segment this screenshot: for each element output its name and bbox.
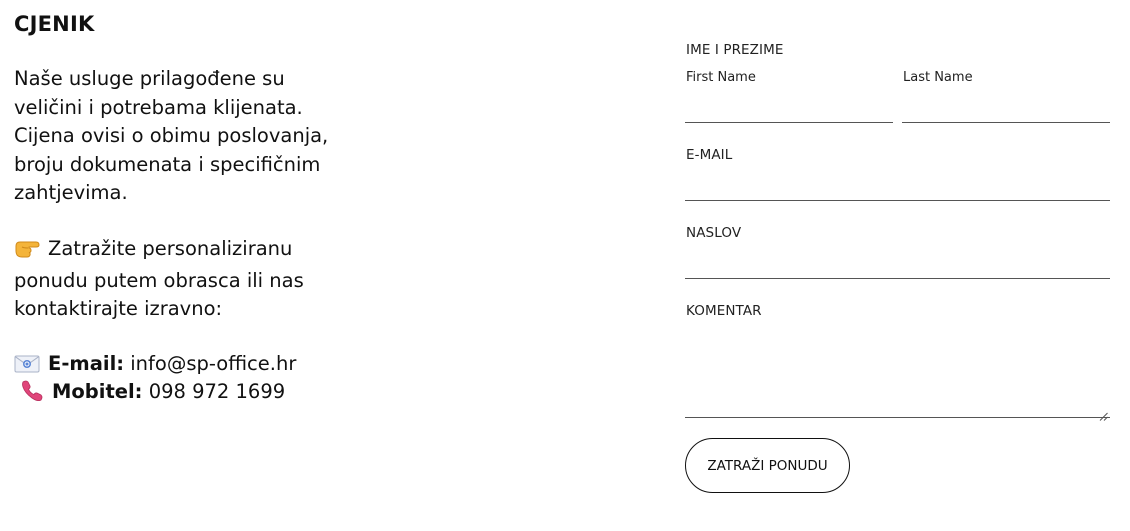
- comment-label: KOMENTAR: [686, 303, 762, 319]
- contact-email-row: E-mail: info@sp-office.hr: [14, 350, 296, 378]
- subject-input[interactable]: [685, 248, 1110, 278]
- pricing-cta-block: Zatražite personaliziranu ponudu putem o…: [14, 235, 344, 324]
- email-label: E-MAIL: [686, 147, 733, 163]
- subject-underline: [685, 278, 1110, 279]
- last-name-input[interactable]: [902, 92, 1110, 122]
- comment-textarea[interactable]: [685, 326, 1110, 416]
- contact-phone-link[interactable]: 098 972 1699: [149, 380, 285, 403]
- contact-phone-row: Mobitel: 098 972 1699: [20, 378, 285, 406]
- contact-phone-label: Mobitel:: [52, 380, 143, 403]
- first-name-label: First Name: [686, 70, 756, 85]
- subject-label: NASLOV: [686, 225, 742, 241]
- envelope-icon: [14, 353, 40, 373]
- telephone-receiver-icon: [20, 379, 44, 402]
- comment-underline: [685, 417, 1110, 418]
- last-name-label: Last Name: [903, 70, 973, 85]
- first-name-input[interactable]: [685, 92, 893, 122]
- pricing-title: CJENIK: [14, 12, 95, 36]
- contact-email-label: E-mail:: [48, 352, 125, 375]
- name-label: IME I PREZIME: [686, 42, 784, 58]
- pointing-hand-icon: [14, 238, 42, 267]
- email-field[interactable]: [685, 170, 1110, 200]
- contact-email-link[interactable]: info@sp-office.hr: [130, 352, 296, 375]
- pricing-cta-text: Zatražite personaliziranu ponudu putem o…: [14, 237, 304, 320]
- pricing-intro-text: Naše usluge prilagođene su veličini i po…: [14, 67, 329, 204]
- resize-handle-icon[interactable]: [1099, 406, 1108, 421]
- last-name-underline: [902, 122, 1110, 123]
- email-underline: [685, 200, 1110, 201]
- request-quote-button[interactable]: ZATRAŽI PONUDU: [685, 438, 850, 493]
- first-name-underline: [685, 122, 893, 123]
